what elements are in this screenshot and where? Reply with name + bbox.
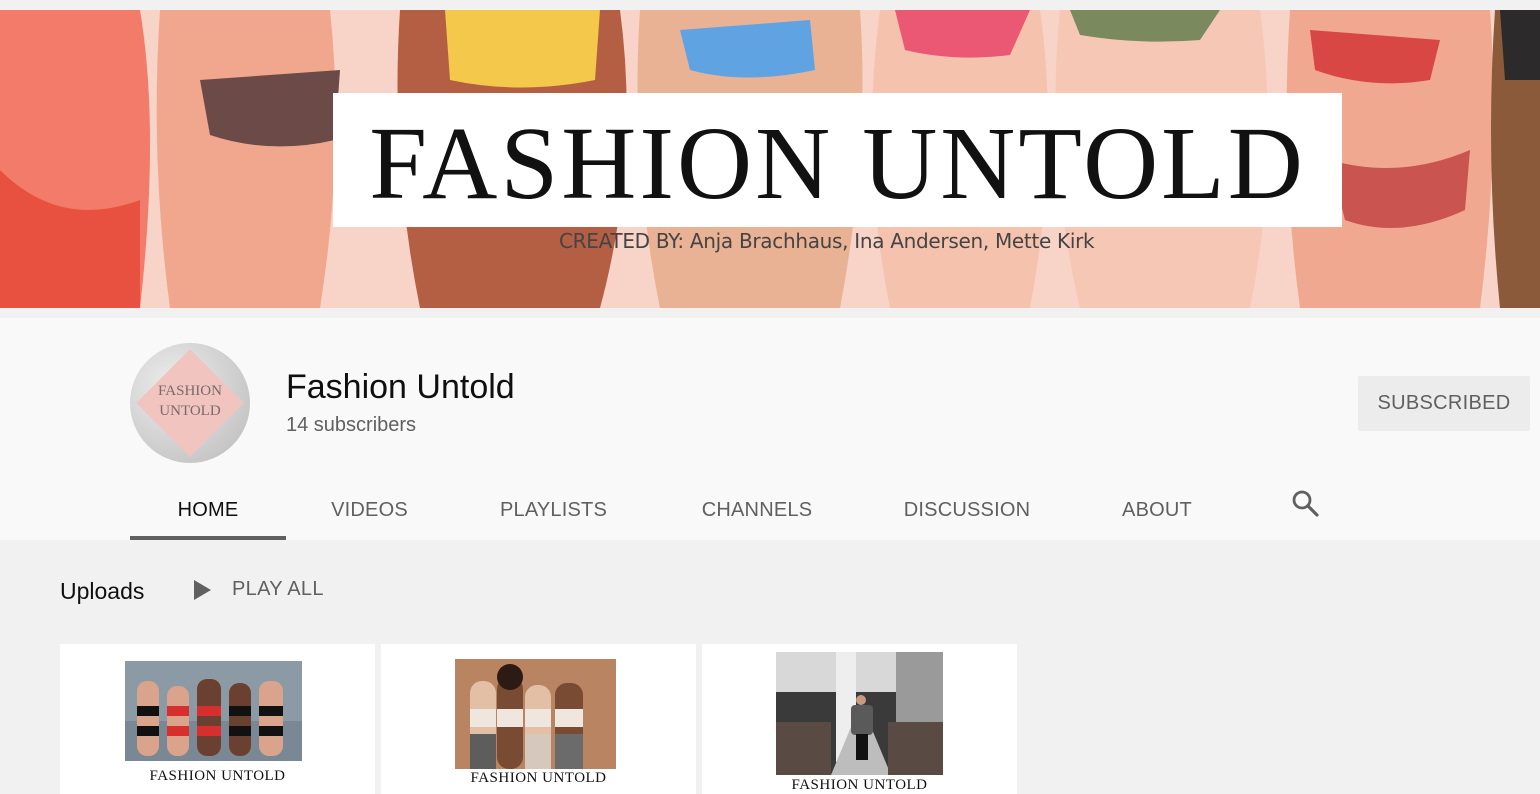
subscribed-button[interactable]: SUBSCRIBED [1358, 376, 1530, 431]
tab-channels[interactable]: CHANNELS [654, 480, 860, 540]
video-caption: FASHION UNTOLD [149, 768, 286, 784]
subscriber-count: 14 subscribers [286, 414, 417, 436]
tab-playlists[interactable]: PLAYLISTS [453, 480, 654, 540]
channel-name: Fashion Untold [286, 368, 515, 406]
play-icon [194, 579, 211, 600]
channel-avatar[interactable]: FASHION UNTOLD [130, 343, 250, 463]
avatar-text: FASHION UNTOLD [130, 381, 250, 421]
video-thumbnail[interactable] [776, 652, 943, 775]
channel-banner: FASHION UNTOLD CREATED BY: Anja Brachhau… [0, 10, 1540, 308]
video-caption: FASHION UNTOLD [470, 770, 607, 786]
video-card[interactable]: FASHION UNTOLD [381, 644, 696, 794]
search-icon[interactable] [1290, 488, 1320, 518]
play-all-label: PLAY ALL [232, 578, 324, 600]
banner-title-box: FASHION UNTOLD [333, 93, 1342, 227]
avatar-text-line1: FASHION [158, 383, 222, 399]
banner-title: FASHION UNTOLD [369, 106, 1306, 221]
video-thumbnail[interactable] [455, 659, 616, 769]
channel-header: FASHION UNTOLD Fashion Untold 14 subscri… [0, 318, 1540, 540]
video-card[interactable]: FASHION UNTOLD [60, 644, 375, 794]
avatar-text-line2: UNTOLD [159, 403, 221, 419]
video-thumbnail[interactable] [125, 661, 302, 761]
channel-tabs: HOME VIDEOS PLAYLISTS CHANNELS DISCUSSIO… [130, 480, 1240, 540]
banner-credits: CREATED BY: Anja Brachhaus, Ina Andersen… [559, 229, 1095, 253]
tab-videos[interactable]: VIDEOS [286, 480, 453, 540]
tab-home[interactable]: HOME [130, 480, 286, 540]
tab-about[interactable]: ABOUT [1074, 480, 1240, 540]
play-all-button[interactable]: PLAY ALL [194, 578, 324, 601]
uploads-heading[interactable]: Uploads [60, 578, 144, 605]
tab-discussion[interactable]: DISCUSSION [860, 480, 1074, 540]
video-card[interactable]: FASHION UNTOLD [702, 644, 1017, 794]
